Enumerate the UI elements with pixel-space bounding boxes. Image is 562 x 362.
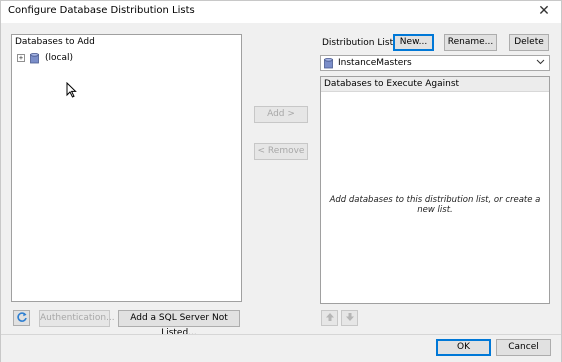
databases-to-execute-header: Databases to Execute Against [321,77,549,92]
distribution-list-label: Distribution List: [322,38,397,48]
remove-button[interactable]: < Remove [254,143,308,160]
distribution-list-select[interactable]: InstanceMasters [320,55,550,71]
close-icon[interactable]: ✕ [535,2,553,20]
arrow-down-icon [345,312,355,325]
expand-icon[interactable]: + [17,54,25,62]
add-button-label: Add > [267,109,295,119]
cancel-button-label: Cancel [508,342,539,352]
add-sql-server-button[interactable]: Add a SQL Server Not Listed... [118,310,240,338]
database-icon [324,57,333,69]
move-down-button[interactable] [341,310,358,326]
databases-to-add-panel: Databases to Add + (local) [11,34,242,302]
ok-button[interactable]: OK [436,339,491,356]
databases-to-add-header: Databases to Add [12,35,241,49]
chevron-down-icon[interactable] [536,57,545,69]
databases-to-execute-panel: Databases to Execute Against Add databas… [320,76,550,304]
tree-node-local[interactable]: + (local) [17,52,73,64]
move-up-button[interactable] [321,310,338,326]
remove-button-label: < Remove [257,146,305,156]
empty-list-message: Add databases to this distribution list,… [329,195,541,215]
mouse-cursor-icon [66,81,78,98]
authentication-button-label: Authentication... [40,313,115,323]
dialog-window: Configure Database Distribution Lists ✕ … [0,0,562,362]
database-icon [30,52,39,64]
selected-list-value: InstanceMasters [338,58,412,68]
new-button[interactable]: New... [393,34,434,51]
authentication-button[interactable]: Authentication... [39,310,115,327]
refresh-button[interactable] [13,310,30,326]
title-bar: Configure Database Distribution Lists ✕ [1,1,561,23]
window-title: Configure Database Distribution Lists [8,5,195,16]
refresh-icon [16,311,28,326]
delete-button[interactable]: Delete [509,34,549,51]
ok-button-label: OK [457,342,470,352]
new-button-label: New... [399,37,428,47]
rename-button[interactable]: Rename... [444,34,497,51]
rename-button-label: Rename... [447,37,494,47]
tree-node-label: (local) [45,53,73,63]
cancel-button[interactable]: Cancel [496,339,551,356]
add-button[interactable]: Add > [254,106,308,123]
delete-button-label: Delete [514,37,544,47]
arrow-up-icon [325,312,335,325]
